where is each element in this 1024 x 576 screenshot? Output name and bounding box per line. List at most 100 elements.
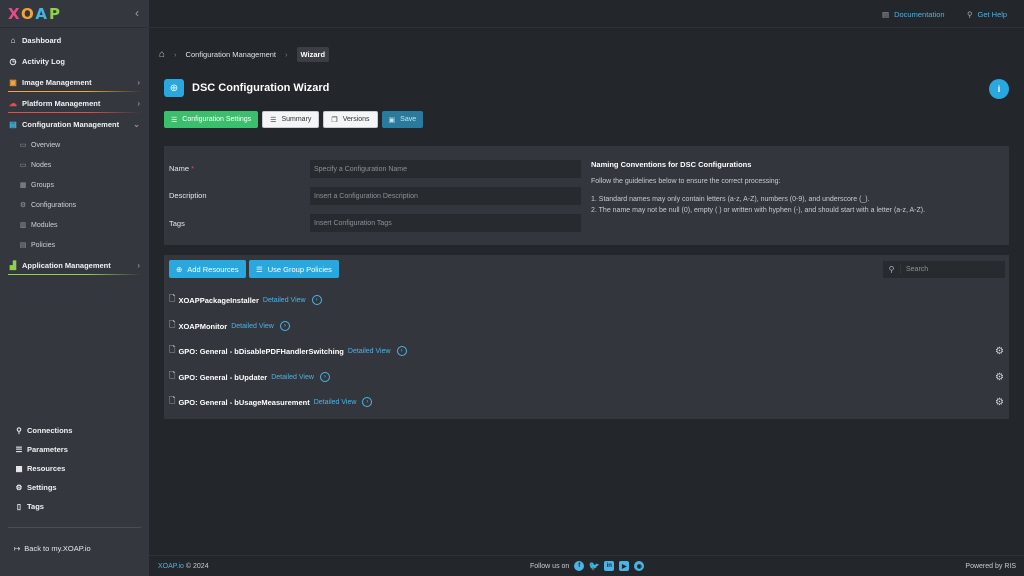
chevron-circle-right-icon[interactable]: › [362,397,373,407]
tags-input[interactable]: Insert Configuration Tags [310,214,581,232]
chevron-circle-right-icon[interactable]: › [279,321,290,331]
detailed-view-link[interactable]: Detailed View [271,374,314,381]
sidebar-item-connections[interactable]: ⚲ Connections [0,421,149,440]
gear-icon: ⚙ [15,483,23,492]
sidebar-item-label: Application Management [22,261,111,270]
search-input[interactable]: ⚲ Search [883,261,1005,278]
breadcrumb-separator-icon: › [174,50,177,59]
back-to-xoap-link[interactable]: ↦ Back to my.XOAP.io [14,544,91,553]
resources-panel: ⊕ Add Resources ☰ Use Group Policies ⚲ S… [164,255,1009,419]
groups-icon: ▦ [19,182,27,189]
get-help-link[interactable]: ⚲ Get Help [967,10,1007,19]
sidebar-item-configuration-management[interactable]: ▤ Configuration Management ⌄ [0,114,149,135]
sidebar-bottom-nav: ⚲ Connections ☰ Parameters ▦ Resources ⚙… [0,421,149,516]
detailed-view-link[interactable]: Detailed View [348,348,391,355]
gear-icon[interactable]: ⚙ [995,397,1004,408]
collapse-sidebar-icon[interactable]: ‹ [135,6,139,20]
add-resources-button[interactable]: ⊕ Add Resources [169,260,246,278]
sidebar-subitem-configurations[interactable]: ⚙ Configurations [0,195,149,215]
sidebar-item-label: Platform Management [22,99,101,108]
sidebar-item-resources[interactable]: ▦ Resources [0,459,149,478]
resource-row: 🗋 XOAPPackageInstaller Detailed View › [169,293,1004,307]
policies-icon: ▤ [19,242,27,249]
github-icon[interactable]: ◉ [634,561,645,571]
detailed-view-link[interactable]: Detailed View [263,297,306,304]
versions-button[interactable]: ❐ Versions [323,111,378,128]
documentation-link[interactable]: ▤ Documentation [882,10,945,19]
youtube-icon[interactable]: ▶ [619,561,630,571]
sidebar-item-image-management[interactable]: ▣ Image Management › [0,72,149,93]
summary-icon: ☰ [270,116,277,124]
wizard-icon: ⊕ [164,79,184,97]
required-marker: * [191,164,195,173]
list-icon: ☰ [171,116,178,124]
resource-row: 🗋 GPO: General - bDisablePDFHandlerSwitc… [169,345,1004,357]
image-icon: ▣ [9,78,17,87]
sidebar-item-parameters[interactable]: ☰ Parameters [0,440,149,459]
sidebar-item-label: Configuration Management [22,120,120,129]
save-button[interactable]: ▣ Save [381,111,424,128]
file-icon: 🗋 [169,345,176,354]
chevron-right-icon: › [137,261,140,270]
brand-link[interactable]: XOAP.io [158,563,184,570]
linkedin-icon[interactable]: in [604,561,615,571]
sidebar-item-settings[interactable]: ⚙ Settings [0,478,149,497]
logo-row: XOAP ‹ [0,0,149,28]
naming-conventions-intro: Follow the guidelines below to ensure th… [591,178,781,185]
parameters-icon: ☰ [15,445,23,454]
use-group-policies-button[interactable]: ☰ Use Group Policies [249,260,339,278]
bookmark-icon: ▯ [16,502,22,511]
name-label: Name * [169,164,195,173]
sidebar-item-tags[interactable]: ▯ Tags [0,497,149,516]
sidebar-subitem-modules[interactable]: ▥ Modules [0,215,149,235]
sidebar-item-application-management[interactable]: ▟ Application Management › [0,255,149,276]
name-input[interactable]: Specify a Configuration Name [310,160,581,178]
list-icon: ☰ [256,264,263,274]
xoap-logo[interactable]: XOAP [8,5,62,23]
description-input[interactable]: Insert a Configuration Description [310,187,581,205]
configuration-settings-button[interactable]: ☰ Configuration Settings [164,111,259,128]
sidebar-subitem-policies[interactable]: ▤ Policies [0,235,149,255]
plus-circle-icon: ⊕ [176,264,183,274]
sidebar-subitem-nodes[interactable]: ▭ Nodes [0,155,149,175]
detailed-view-link[interactable]: Detailed View [314,399,357,406]
accent-underline [8,112,141,113]
resource-row: 🗋 GPO: General - bUpdater Detailed View … [169,371,1004,383]
home-icon[interactable]: ⌂ [159,49,165,60]
sidebar-item-platform-management[interactable]: ☁ Platform Management › [0,93,149,114]
detailed-view-link[interactable]: Detailed View [231,323,274,330]
sidebar-subitem-groups[interactable]: ▦ Groups [0,175,149,195]
gear-icon[interactable]: ⚙ [995,346,1004,357]
twitter-icon[interactable]: 🐦 [589,561,600,571]
cloud-icon: ☁ [9,99,17,108]
chevron-circle-right-icon[interactable]: › [311,295,322,305]
file-icon: 🗋 [169,320,176,329]
resource-row: 🗋 XOAPMonitor Detailed View › [169,319,1004,333]
book-icon: ▤ [882,10,890,19]
breadcrumb-item[interactable]: Configuration Management [186,50,276,59]
sidebar-item-dashboard[interactable]: ⌂ Dashboard [0,30,149,51]
chevron-circle-right-icon[interactable]: › [319,372,330,382]
sidebar-subitem-overview[interactable]: ▭ Overview [0,135,149,155]
breadcrumb-separator-icon: › [285,50,288,59]
file-icon: 🗋 [169,396,176,405]
nodes-icon: ▭ [19,162,27,169]
sidebar-item-activity-log[interactable]: ◷ Activity Log [0,51,149,72]
home-icon: ⌂ [10,36,16,45]
powered-by: Powered by RIS [965,563,1016,570]
copy-icon: ❐ [331,116,338,124]
naming-conventions-title: Naming Conventions for DSC Configuration… [591,160,752,169]
chevron-circle-right-icon[interactable]: › [396,346,407,356]
configurations-icon: ⚙ [19,202,27,209]
link-icon: ⚲ [16,426,22,435]
summary-button[interactable]: ☰ Summary [262,111,320,128]
copyright: XOAP.io © 2024 [158,563,209,570]
search-icon: ⚲ [883,265,901,274]
info-icon: i [997,84,1001,94]
naming-rule-2: 2. The name may not be null (0), empty (… [591,207,926,214]
gear-icon[interactable]: ⚙ [995,372,1004,383]
footer: XOAP.io © 2024 Follow us on f 🐦 in ▶ ◉ P… [149,555,1024,576]
facebook-icon[interactable]: f [574,561,585,571]
sidebar: XOAP ‹ ⌂ Dashboard ◷ Activity Log ▣ Imag… [0,0,149,576]
info-button[interactable]: i [989,79,1009,99]
